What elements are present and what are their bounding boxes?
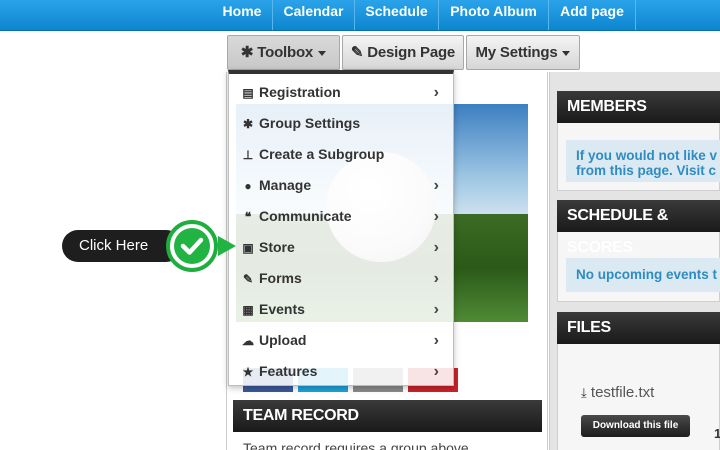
nav-home[interactable]: Home xyxy=(212,0,272,30)
members-header: MEMBERS xyxy=(557,91,720,123)
file-entry[interactable]: ⤓ testfile.txt xyxy=(581,384,654,401)
menu-item-label: Create a Subgroup xyxy=(259,146,385,162)
sitemap-icon: ⊥ xyxy=(242,148,254,162)
menu-item-label: Events xyxy=(259,301,305,317)
my-settings-label: My Settings xyxy=(475,44,558,61)
checkmark-badge xyxy=(166,220,218,272)
chevron-right-icon: › xyxy=(433,363,439,380)
design-page-label: Design Page xyxy=(367,44,456,61)
nav-schedule[interactable]: Schedule xyxy=(354,0,438,30)
edit-icon: ✎ xyxy=(242,272,254,286)
members-notice: If you would not like v from this page. … xyxy=(566,140,720,182)
my-settings-button[interactable]: My Settings xyxy=(466,35,580,70)
menu-item-forms[interactable]: ✎ Forms › xyxy=(229,263,453,294)
team-record-header: TEAM RECORD xyxy=(233,400,542,432)
menu-item-label: Forms xyxy=(259,270,302,286)
calendar-icon: ▦ xyxy=(242,303,254,317)
users-icon: ● xyxy=(244,179,252,193)
toolbox-button[interactable]: ✱ Toolbox xyxy=(227,35,340,70)
menu-item-upload[interactable]: ☁ Upload › xyxy=(229,325,453,356)
files-header: FILES xyxy=(557,312,720,344)
chevron-right-icon: › xyxy=(433,177,439,194)
list-icon: ▤ xyxy=(242,86,254,100)
design-page-button[interactable]: ✎ Design Page xyxy=(342,35,464,70)
menu-item-create-subgroup[interactable]: ⊥ Create a Subgroup xyxy=(229,139,453,170)
menu-item-label: Features xyxy=(259,363,318,379)
menu-item-label: Registration xyxy=(259,84,341,100)
download-file-button[interactable]: Download this file xyxy=(581,415,690,437)
money-icon: ▣ xyxy=(242,241,254,255)
menu-item-events[interactable]: ▦ Events › xyxy=(229,294,453,325)
chevron-right-icon: › xyxy=(433,332,439,349)
menu-item-label: Manage xyxy=(259,177,312,193)
check-icon xyxy=(174,228,210,264)
edit-icon: ✎ xyxy=(350,44,364,61)
menu-item-label: Store xyxy=(259,239,295,255)
comments-icon: ❝ xyxy=(244,210,252,224)
menu-item-manage[interactable]: ● Manage › xyxy=(229,170,453,201)
toolbox-dropdown: ▤ Registration › ✱ Group Settings ⊥ Create … xyxy=(228,70,454,386)
menu-item-group-settings[interactable]: ✱ Group Settings xyxy=(229,108,453,139)
star-icon: ★ xyxy=(242,365,254,379)
callout-arrow xyxy=(218,236,236,256)
menu-item-registration[interactable]: ▤ Registration › xyxy=(229,77,453,108)
chevron-right-icon: › xyxy=(433,84,439,101)
members-text-line2: from this page. Visit c xyxy=(576,163,717,178)
menu-item-label: Group Settings xyxy=(259,115,361,131)
download-icon: ⤓ xyxy=(581,385,587,400)
nav-photo-album[interactable]: Photo Album xyxy=(438,0,548,30)
chevron-right-icon: › xyxy=(433,301,439,318)
schedule-notice: No upcoming events t xyxy=(566,258,720,292)
chevron-right-icon: › xyxy=(433,270,439,287)
menu-item-store[interactable]: ▣ Store › xyxy=(229,232,453,263)
cloud-upload-icon: ☁ xyxy=(242,334,254,348)
nav-calendar[interactable]: Calendar xyxy=(272,0,354,30)
top-nav: Home Calendar Schedule Photo Album Add p… xyxy=(0,0,720,31)
gear-icon: ✱ xyxy=(242,117,254,131)
gear-icon: ✱ xyxy=(240,44,254,61)
file-count: 1 xyxy=(714,426,720,441)
chevron-right-icon: › xyxy=(433,239,439,256)
menu-item-communicate[interactable]: ❝ Communicate › xyxy=(229,201,453,232)
page: Home Calendar Schedule Photo Album Add p… xyxy=(0,0,720,450)
menu-item-features[interactable]: ★ Features › xyxy=(229,356,453,387)
menu-item-label: Communicate xyxy=(259,208,352,224)
nav-add-page[interactable]: Add page xyxy=(548,0,636,30)
toolbox-label: Toolbox xyxy=(257,44,314,61)
caret-down-icon xyxy=(562,50,571,56)
click-here-callout: Click Here xyxy=(62,230,182,262)
file-name: testfile.txt xyxy=(590,384,655,401)
menu-item-label: Upload xyxy=(259,332,307,348)
schedule-header: SCHEDULE & SCORES xyxy=(557,200,720,256)
members-text-line1: If you would not like v xyxy=(576,148,718,163)
team-record-text: Team record requires a group above xyxy=(243,440,469,450)
caret-down-icon xyxy=(318,50,327,56)
chevron-right-icon: › xyxy=(433,208,439,225)
